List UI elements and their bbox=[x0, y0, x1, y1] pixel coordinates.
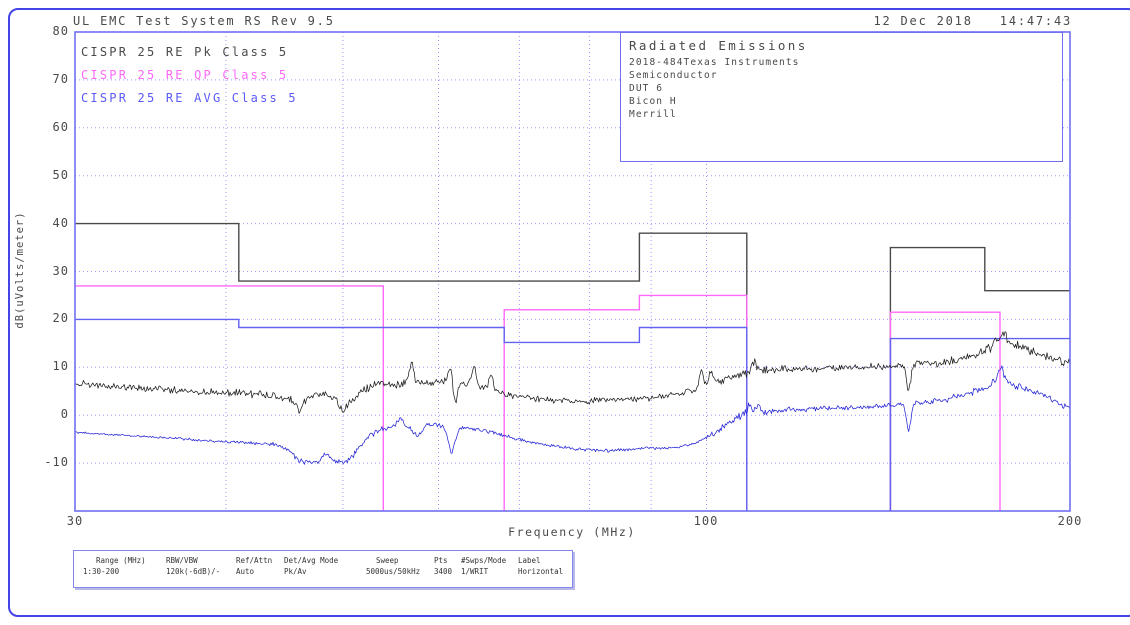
limit-line bbox=[890, 312, 1000, 511]
settings-value: 1/WRIT bbox=[461, 566, 506, 577]
y-tick-label: 70 bbox=[33, 72, 69, 86]
settings-column: Det/Avg ModePk/Av bbox=[284, 555, 338, 577]
y-tick-label: 20 bbox=[33, 311, 69, 325]
settings-column: Ref/AttnAuto bbox=[236, 555, 272, 577]
settings-value: 120k(-6dB)/- bbox=[166, 566, 220, 577]
info-box-line: Bicon H bbox=[629, 96, 677, 107]
avg-measured-trace bbox=[75, 366, 1070, 465]
settings-header: Det/Avg Mode bbox=[284, 555, 338, 566]
settings-value: 3400 bbox=[434, 566, 452, 577]
settings-header: Label bbox=[518, 555, 563, 566]
x-tick-label: 30 bbox=[53, 514, 97, 528]
legend-item-1: CISPR 25 RE Pk Class 5 bbox=[81, 45, 288, 59]
info-box-line: 2018-484Texas Instruments bbox=[629, 57, 800, 68]
info-box-title: Radiated Emissions bbox=[629, 38, 808, 53]
y-tick-label: 80 bbox=[33, 24, 69, 38]
settings-value: Horizontal bbox=[518, 566, 563, 577]
x-tick-label: 200 bbox=[1048, 514, 1092, 528]
settings-value: 1:30-200 bbox=[83, 566, 146, 577]
x-axis-label: Frequency (MHz) bbox=[422, 525, 722, 539]
datetime-label: 12 Dec 2018 14:47:43 bbox=[770, 14, 1072, 28]
limit-line bbox=[890, 339, 1070, 511]
settings-column: #Swps/Mode1/WRIT bbox=[461, 555, 506, 577]
y-tick-label: 50 bbox=[33, 168, 69, 182]
settings-column: RBW/VBW120k(-6dB)/- bbox=[166, 555, 220, 577]
y-tick-label: 60 bbox=[33, 120, 69, 134]
settings-header: Range (MHz) bbox=[96, 555, 146, 566]
test-info-box: Radiated Emissions 2018-484Texas Instrum… bbox=[620, 32, 1063, 162]
settings-header: Ref/Attn bbox=[236, 555, 272, 566]
window-title: UL EMC Test System RS Rev 9.5 bbox=[73, 14, 335, 28]
settings-column: Pts3400 bbox=[434, 555, 452, 577]
sweep-settings-table: Range (MHz)1:30-200 RBW/VBW120k(-6dB)/- Re… bbox=[73, 550, 573, 588]
settings-value: Auto bbox=[236, 566, 272, 577]
y-tick-label: 10 bbox=[33, 359, 69, 373]
legend-item-2: CISPR 25 RE QP Class 5 bbox=[81, 68, 288, 82]
legend-item-3: CISPR 25 RE AVG Class 5 bbox=[81, 91, 298, 105]
pk-measured-trace bbox=[75, 332, 1070, 414]
y-tick-label: 30 bbox=[33, 264, 69, 278]
info-box-line: Semiconductor bbox=[629, 70, 718, 81]
limit-line bbox=[890, 248, 1070, 511]
y-tick-label: -10 bbox=[33, 455, 69, 469]
settings-column: Range (MHz)1:30-200 bbox=[83, 555, 146, 577]
emc-test-system-window: UL EMC Test System RS Rev 9.5 12 Dec 201… bbox=[8, 8, 1130, 617]
settings-header: Pts bbox=[434, 555, 452, 566]
y-axis-label: dB(uVolts/meter) bbox=[14, 120, 26, 420]
y-tick-label: 0 bbox=[33, 407, 69, 421]
settings-column: Sweep5000us/50kHz bbox=[366, 555, 420, 577]
settings-value: Pk/Av bbox=[284, 566, 338, 577]
settings-header: #Swps/Mode bbox=[461, 555, 506, 566]
settings-value: 5000us/50kHz bbox=[366, 566, 420, 577]
settings-header: Sweep bbox=[376, 555, 420, 566]
info-box-line: Merrill bbox=[629, 109, 677, 120]
info-box-line: DUT 6 bbox=[629, 83, 663, 94]
settings-column: LabelHorizontal bbox=[518, 555, 563, 577]
settings-header: RBW/VBW bbox=[166, 555, 220, 566]
y-tick-label: 40 bbox=[33, 216, 69, 230]
